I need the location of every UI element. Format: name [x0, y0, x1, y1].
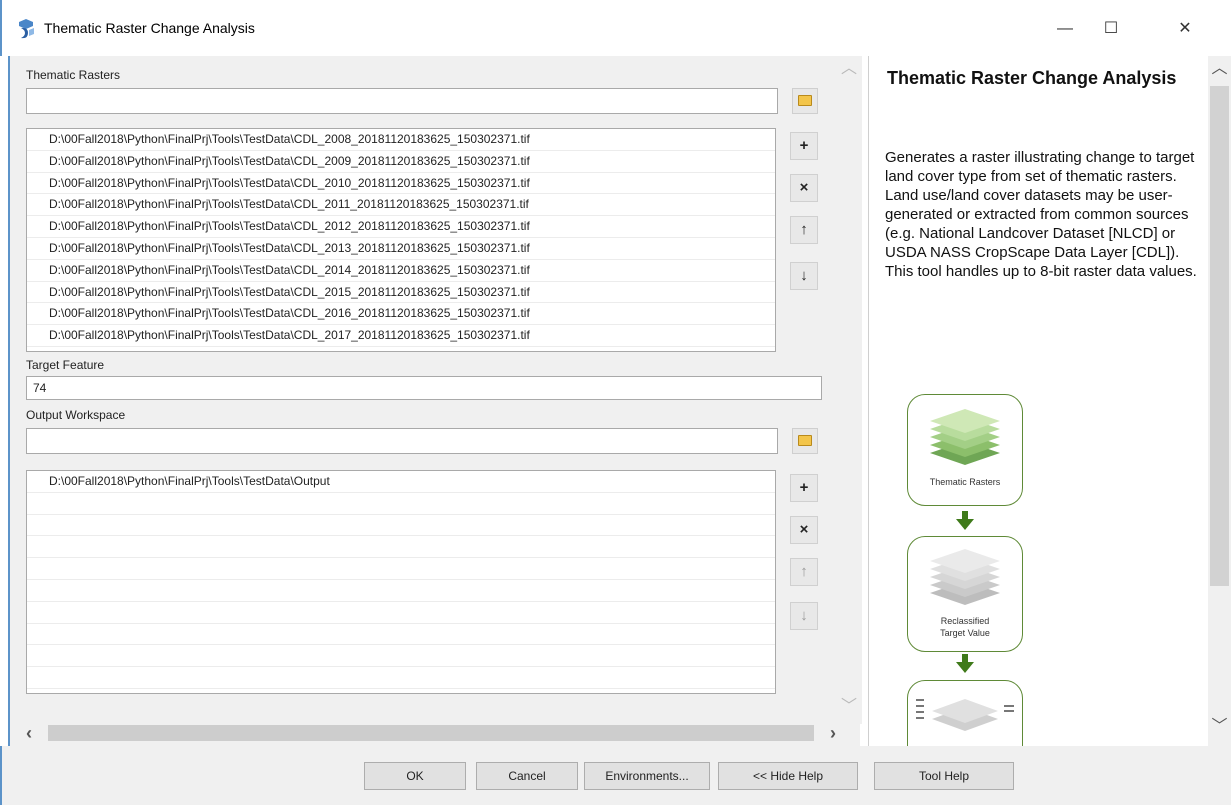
horizontal-scroll-thumb[interactable] — [48, 725, 814, 741]
list-item[interactable]: D:\00Fall2018\Python\FinalPrj\Tools\Test… — [27, 194, 775, 217]
ok-button[interactable]: OK — [364, 762, 466, 790]
target-feature-input[interactable] — [26, 376, 822, 400]
move-up-button[interactable]: ↑ — [790, 216, 818, 244]
down-arrow-icon — [956, 519, 974, 530]
list-item[interactable]: D:\00Fall2018\Python\FinalPrj\Tools\Test… — [27, 238, 775, 260]
folder-icon — [798, 95, 812, 106]
help-description: Generates a raster illustrating change t… — [885, 149, 1197, 280]
thematic-rasters-list[interactable]: D:\00Fall2018\Python\FinalPrj\Tools\Test… — [26, 128, 776, 352]
form-horizontal-scrollbar[interactable]: ‹ › — [18, 722, 846, 744]
folder-icon — [798, 435, 812, 446]
scroll-down-icon[interactable]: ﹀ — [836, 696, 862, 718]
minimize-button[interactable]: — — [1042, 14, 1088, 44]
list-item[interactable]: D:\00Fall2018\Python\FinalPrj\Tools\Test… — [27, 260, 775, 282]
empty-row — [27, 536, 775, 559]
thematic-rasters-diagram-box: Thematic Rasters — [907, 394, 1023, 506]
list-item[interactable]: D:\00Fall2018\Python\FinalPrj\Tools\Test… — [27, 471, 775, 493]
thematic-rasters-input[interactable] — [26, 88, 778, 114]
cancel-button[interactable]: Cancel — [476, 762, 578, 790]
empty-row — [27, 558, 775, 580]
hide-help-button[interactable]: << Hide Help — [718, 762, 858, 790]
output-workspace-label: Output Workspace — [26, 408, 126, 422]
reclassified-stack-icon — [930, 549, 1000, 605]
remove-raster-button[interactable]: × — [790, 174, 818, 202]
list-item[interactable]: D:\00Fall2018\Python\FinalPrj\Tools\Test… — [27, 325, 775, 347]
diagram-label-target-value: Target Value — [940, 628, 990, 638]
output-stack-icon — [916, 699, 1014, 731]
thematic-rasters-label: Thematic Rasters — [26, 68, 121, 82]
move-down-button[interactable]: ↓ — [790, 262, 818, 290]
add-raster-button[interactable]: + — [790, 132, 818, 160]
help-scroll-thumb[interactable] — [1210, 86, 1229, 586]
scroll-left-icon[interactable]: ‹ — [18, 722, 40, 744]
target-feature-label: Target Feature — [26, 358, 105, 372]
reclassified-diagram-box: Reclassified Target Value — [907, 536, 1023, 652]
output-workspace-input[interactable] — [26, 428, 778, 454]
tool-help-button[interactable]: Tool Help — [874, 762, 1014, 790]
scroll-up-icon[interactable]: ︿ — [836, 58, 862, 80]
output-workspace-list[interactable]: D:\00Fall2018\Python\FinalPrj\Tools\Test… — [26, 470, 776, 694]
scroll-right-icon[interactable]: › — [822, 722, 844, 744]
list-item[interactable]: D:\00Fall2018\Python\FinalPrj\Tools\Test… — [27, 129, 775, 151]
empty-row — [27, 667, 775, 689]
down-arrow-icon — [956, 662, 974, 673]
help-scroll-up-icon[interactable]: ︿ — [1208, 58, 1231, 80]
toolbox-app-icon — [19, 19, 34, 39]
help-vertical-scrollbar[interactable]: ︿ ﹀ — [1208, 56, 1231, 746]
help-scroll-down-icon[interactable]: ﹀ — [1208, 716, 1231, 738]
list-item[interactable]: D:\00Fall2018\Python\FinalPrj\Tools\Test… — [27, 216, 775, 238]
list-item[interactable]: D:\00Fall2018\Python\FinalPrj\Tools\Test… — [27, 173, 775, 195]
parameters-pane: Thematic Rasters D:\00Fall2018\Python\Fi… — [8, 56, 862, 746]
raster-stack-icon — [930, 409, 1000, 465]
close-button[interactable]: ✕ — [1162, 14, 1208, 44]
empty-row — [27, 602, 775, 624]
browse-rasters-button[interactable] — [792, 88, 818, 114]
diagram-arrow-shaft — [962, 654, 968, 662]
environments-button[interactable]: Environments... — [584, 762, 710, 790]
title-bar: Thematic Raster Change Analysis — ☐ ✕ — [0, 0, 1231, 56]
list-item[interactable]: D:\00Fall2018\Python\FinalPrj\Tools\Test… — [27, 151, 775, 173]
diagram-arrow-shaft — [962, 511, 968, 519]
form-vertical-scrollbar[interactable]: ︿ ﹀ — [836, 56, 862, 724]
list-item[interactable]: D:\00Fall2018\Python\FinalPrj\Tools\Test… — [27, 303, 775, 326]
window-title: Thematic Raster Change Analysis — [44, 20, 255, 36]
list-item[interactable]: D:\00Fall2018\Python\FinalPrj\Tools\Test… — [27, 282, 775, 304]
empty-row — [27, 645, 775, 668]
empty-row — [27, 493, 775, 515]
empty-row — [27, 515, 775, 537]
remove-output-button[interactable]: × — [790, 516, 818, 544]
output-move-down-button[interactable]: ↓ — [790, 602, 818, 630]
empty-row — [27, 580, 775, 602]
output-move-up-button[interactable]: ↑ — [790, 558, 818, 586]
help-pane: Thematic Raster Change Analysis Generate… — [868, 56, 1208, 746]
dialog-button-bar: OK Cancel Environments... << Hide Help T… — [0, 746, 1231, 805]
diagram-label-thematic: Thematic Rasters — [929, 477, 1001, 487]
add-output-button[interactable]: + — [790, 474, 818, 502]
maximize-button[interactable]: ☐ — [1088, 14, 1134, 44]
help-title: Thematic Raster Change Analysis — [887, 68, 1177, 88]
empty-row — [27, 624, 775, 646]
browse-output-button[interactable] — [792, 428, 818, 454]
diagram-label-reclassified: Reclassified — [940, 616, 990, 626]
output-diagram-box — [907, 680, 1023, 746]
